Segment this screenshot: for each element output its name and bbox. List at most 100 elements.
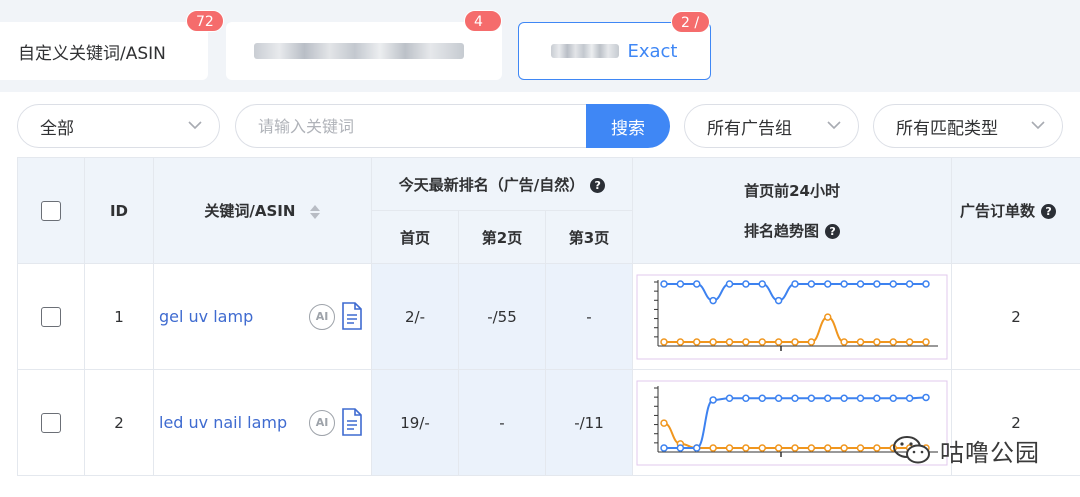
organic-rank-point: [758, 443, 767, 452]
keyword-cell: gel uv lamp AI: [153, 263, 372, 370]
rank-page2: -: [458, 369, 546, 476]
ad-rank-point: [807, 394, 816, 402]
row-id: 1: [84, 263, 154, 370]
organic-rank-point: [905, 337, 914, 346]
ad-rank-point: [676, 279, 685, 288]
rank-page2: -/55: [458, 263, 546, 370]
rank-group-header: 今天最新排名（广告/自然）?: [370, 157, 634, 211]
help-icon[interactable]: ?: [1041, 204, 1057, 219]
keyword-header-label: 关键词/ASIN: [204, 202, 296, 220]
organic-rank-point: [709, 337, 717, 346]
search-input[interactable]: [235, 104, 587, 148]
organic-rank-point: [742, 337, 750, 346]
organic-rank-point: [840, 443, 848, 452]
ad-rank-point: [889, 279, 898, 288]
ad-rank-point: [824, 279, 832, 288]
organic-rank-point: [725, 337, 734, 346]
trend-header: 首页前24小时 排名趋势图?: [632, 157, 953, 264]
document-icon[interactable]: [340, 302, 364, 330]
page1-header: 首页: [371, 210, 459, 264]
chevron-down-icon: [827, 121, 841, 130]
ad-rank-point: [676, 443, 685, 452]
organic-rank-point: [676, 337, 685, 346]
ad-rank-point: [693, 279, 701, 288]
row-checkbox[interactable]: [41, 306, 61, 327]
organic-rank-point: [758, 337, 767, 346]
keyword-link[interactable]: led uv nail lamp: [159, 413, 287, 432]
organic-rank-point: [840, 337, 848, 346]
scope-select[interactable]: 全部: [17, 104, 220, 148]
ad-rank-point: [758, 394, 767, 402]
select-all-checkbox[interactable]: [41, 200, 61, 221]
sort-icon[interactable]: [309, 203, 321, 221]
ad-rank-point: [824, 394, 832, 402]
help-icon[interactable]: ?: [825, 223, 841, 239]
organic-rank-point: [709, 443, 717, 452]
ad-rank-point: [873, 279, 881, 288]
organic-rank-point: [774, 337, 783, 346]
ad-rank-point: [774, 394, 783, 402]
trend-chart-cell[interactable]: [632, 263, 953, 370]
search-button[interactable]: 搜索: [586, 104, 670, 148]
organic-rank-point: [807, 443, 816, 452]
organic-rank-point: [742, 443, 750, 452]
ad-rank-point: [807, 279, 816, 288]
ad-rank-point: [905, 394, 914, 402]
match-type-select-value: 所有匹配类型: [896, 118, 998, 139]
keyword-header[interactable]: 关键词/ASIN: [153, 157, 372, 264]
count-badge: 72: [186, 10, 224, 32]
ad-rank-point: [922, 393, 930, 401]
organic-rank-point: [889, 337, 898, 346]
blurred-tab-label: [254, 43, 464, 59]
trend-chart[interactable]: [636, 274, 948, 360]
tab-label: 自定义关键词/ASIN: [18, 43, 166, 64]
ad-rank-point: [774, 296, 783, 304]
count-badge: 4 / 4: [464, 10, 502, 74]
ad-rank-point: [791, 279, 799, 288]
organic-rank-point: [807, 337, 816, 346]
trend-header-line2: 排名趋势图?: [633, 211, 951, 251]
organic-rank-point: [873, 443, 881, 452]
rank-page3: -: [544, 263, 634, 370]
keyword-link[interactable]: gel uv lamp: [159, 307, 253, 326]
document-icon[interactable]: [340, 408, 364, 436]
ad-group-select[interactable]: 所有广告组: [684, 104, 859, 148]
chevron-down-icon: [188, 121, 202, 130]
tab-custom-keywords[interactable]: 自定义关键词/ASIN 72: [0, 10, 224, 80]
ad-rank-point: [791, 394, 799, 402]
row-checkbox[interactable]: [41, 412, 61, 433]
ad-rank-point: [922, 279, 930, 288]
tab-blurred-group[interactable]: 4 / 4: [226, 10, 502, 80]
ad-rank-point: [840, 279, 848, 288]
select-all-cell[interactable]: [17, 157, 85, 264]
organic-rank-point: [660, 418, 668, 427]
row-id: 2: [84, 369, 154, 476]
tab-exact-active[interactable]: Exact 2 / 2: [518, 11, 711, 80]
ai-icon[interactable]: AI: [309, 410, 335, 436]
watermark-text: 咕噜公园: [940, 438, 1040, 467]
ad-rank-point: [709, 296, 717, 304]
ad-rank-point: [905, 279, 914, 288]
ad-rank-point: [856, 394, 865, 402]
page3-header: 第3页: [544, 210, 634, 264]
ad-rank-point: [660, 279, 668, 288]
blurred-tab-label: [551, 44, 620, 58]
orders-value: 2: [951, 263, 1080, 370]
organic-rank-point: [873, 337, 881, 346]
match-type-select[interactable]: 所有匹配类型: [873, 104, 1063, 148]
row-select-cell[interactable]: [17, 369, 85, 476]
id-header: ID: [84, 157, 154, 264]
tab-label: Exact: [627, 40, 678, 62]
orders-header-label: 广告订单数: [960, 202, 1036, 220]
keyword-cell: led uv nail lamp AI: [153, 369, 372, 476]
organic-rank-point: [856, 337, 865, 346]
ad-rank-point: [742, 394, 750, 402]
row-select-cell[interactable]: [17, 263, 85, 370]
organic-rank-point: [660, 337, 668, 346]
help-icon[interactable]: ?: [590, 177, 606, 193]
ad-rank-point: [873, 394, 881, 402]
scope-select-value: 全部: [40, 118, 74, 139]
orders-header: 广告订单数?: [951, 157, 1080, 264]
ad-rank-point: [840, 394, 848, 402]
ai-icon[interactable]: AI: [309, 304, 335, 330]
